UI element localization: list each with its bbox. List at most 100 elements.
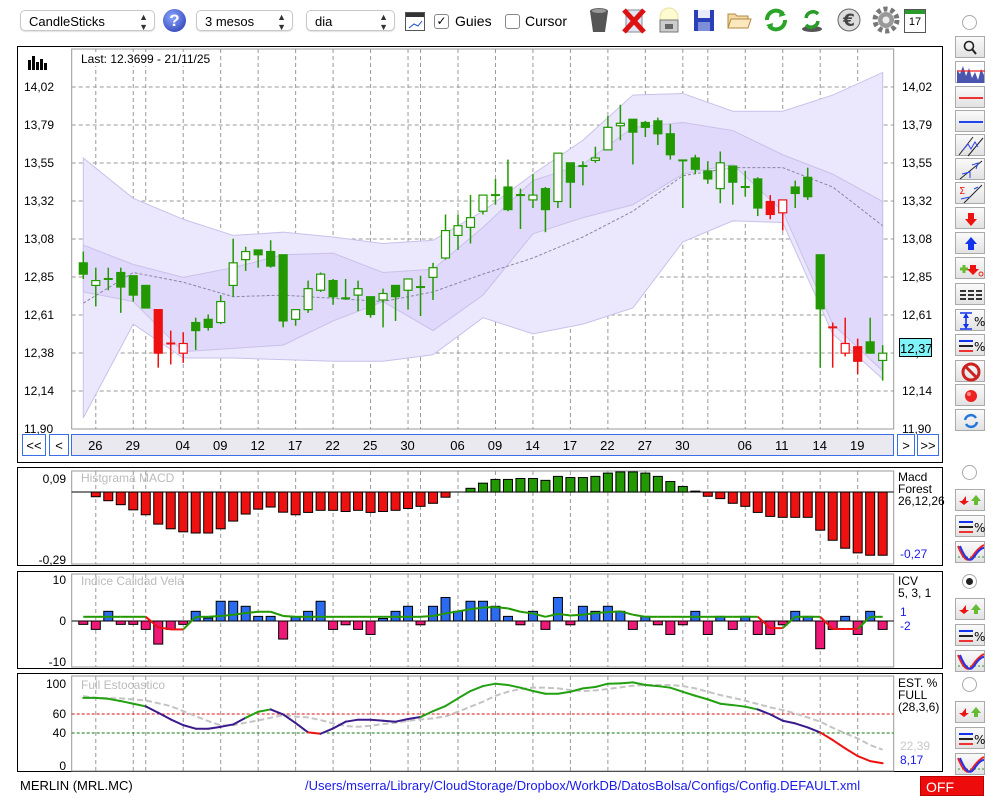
horizontal-red-line-button[interactable] <box>955 86 985 108</box>
chart-type-select[interactable]: CandleSticks ▲ ▼ <box>20 10 155 32</box>
stochastic-signals-button[interactable] <box>955 701 985 723</box>
date-axis-strip[interactable]: 26 29 04 09 12 17 22 25 30 06 09 14 17 22 27 30 06 11 14 19 <box>71 434 894 456</box>
stochastic-k-segment <box>869 760 884 765</box>
zoom-button[interactable] <box>955 36 985 58</box>
icv-bar <box>228 600 239 622</box>
record-button[interactable] <box>955 384 985 406</box>
clear-button[interactable] <box>955 360 985 382</box>
gear-icon[interactable] <box>872 6 900 34</box>
svg-text:€: € <box>842 11 855 31</box>
x-tick-label: 09 <box>487 438 503 453</box>
config-path-link[interactable]: /Users/mserra/Library/CloudStorage/Dropb… <box>305 778 860 793</box>
blue-line-icon <box>959 121 983 123</box>
lines-percent-button[interactable]: % <box>955 334 985 356</box>
folder-icon[interactable] <box>725 6 753 34</box>
trash-icon[interactable] <box>585 6 613 34</box>
x-tick-label: 14 <box>525 438 540 453</box>
stochastic-d-line <box>83 684 884 751</box>
macd-lines-percent-button[interactable]: % <box>955 515 985 537</box>
trendline-button[interactable] <box>955 158 985 180</box>
sync-button[interactable] <box>955 409 985 431</box>
stochastic-title: Full Estocastico <box>81 678 165 692</box>
range-percent-button[interactable]: % <box>955 309 985 331</box>
status-off-button[interactable]: OFF <box>920 776 984 796</box>
macd-bar <box>490 478 501 493</box>
delete-icon[interactable] <box>620 6 648 34</box>
sum-trendline-button[interactable]: Σ <box>955 182 985 204</box>
candle-body <box>703 170 713 180</box>
signals-icon <box>959 707 981 717</box>
icv-signal-segment <box>270 610 284 617</box>
stochastic-k-segment <box>681 690 697 697</box>
horizontal-blue-line-button[interactable] <box>955 110 985 132</box>
y-tick-right: 13,55 <box>902 156 932 170</box>
buy-signal-button[interactable] <box>955 232 985 254</box>
sell-signal-button[interactable] <box>955 207 985 229</box>
euro-icon[interactable]: € <box>835 6 863 34</box>
candlestick-chart[interactable]: 14,02 14,02 13,79 13,79 13,55 13,55 13,32 13,32… <box>18 47 944 464</box>
save-icon[interactable] <box>690 6 718 34</box>
stochastic-panel[interactable]: Full Estocastico 100 60 40 0 EST. % FULL (28,3,… <box>17 673 943 773</box>
icv-bar <box>602 605 613 622</box>
recycle-icon[interactable] <box>798 6 826 34</box>
scroll-first-button[interactable]: << <box>22 434 46 456</box>
svg-text:%: % <box>974 630 985 644</box>
main-panel-radio[interactable] <box>962 15 977 30</box>
cursor-checkbox[interactable] <box>505 14 520 29</box>
stochastic-k-segment <box>207 725 222 730</box>
macd-panel[interactable]: Histgrama MACD 0,09 -0,29 Macd Forest 26,12,2… <box>17 467 945 567</box>
icv-bar <box>140 620 151 630</box>
candle-body <box>228 262 238 287</box>
refresh-icon[interactable] <box>762 6 790 34</box>
y-tick-left: 12,61 <box>24 308 54 322</box>
y-tick: -10 <box>49 655 67 669</box>
scroll-next-button[interactable]: > <box>897 434 915 456</box>
guides-checkbox[interactable]: ✓ <box>434 14 449 29</box>
stochastic-k-segment <box>644 684 659 688</box>
candle-body <box>453 225 463 237</box>
icv-panel[interactable]: Indice Calidad Vela 10 0 -10 ICV 5, 3, 1 1 -2 <box>17 571 943 669</box>
icv-panel-radio[interactable] <box>962 574 977 589</box>
icv-oscillator-button[interactable] <box>955 650 985 672</box>
macd-bar <box>340 491 351 512</box>
icv-signals-button[interactable] <box>955 598 985 620</box>
icv-lines-percent-button[interactable]: % <box>955 624 985 646</box>
candle-body <box>128 275 138 296</box>
scroll-last-button[interactable]: >> <box>917 434 939 456</box>
stochastic-panel-radio[interactable] <box>962 677 977 692</box>
channel-button[interactable] <box>955 134 985 157</box>
macd-bar <box>852 491 863 554</box>
stochastic-k-segment <box>619 681 634 685</box>
scroll-prev-button[interactable]: < <box>49 434 69 456</box>
current-price-marker: 12,37 <box>899 338 933 357</box>
lightbulb-icon[interactable] <box>655 6 683 34</box>
macd-bar <box>428 491 439 504</box>
icv-bar <box>253 615 264 622</box>
bar-chart-icon[interactable] <box>27 54 49 70</box>
stochastic-k-segment <box>257 708 272 713</box>
stochastic-k-segment <box>581 686 597 690</box>
stochastic-oscillator-button[interactable] <box>955 753 985 775</box>
chart-window-icon[interactable] <box>405 12 425 31</box>
y-tick-left: 12,38 <box>24 346 54 360</box>
cursor-label: Cursor <box>525 13 568 29</box>
stochastic-lines-percent-button[interactable]: % <box>955 727 985 749</box>
volume-chart-button[interactable] <box>955 61 985 83</box>
calendar-icon[interactable]: 17 <box>904 9 926 33</box>
grid-lines-button[interactable] <box>955 283 985 305</box>
help-icon[interactable]: ? <box>163 9 186 32</box>
macd-oscillator-button[interactable] <box>955 541 985 563</box>
stochastic-k-segment <box>594 682 609 689</box>
macd-signals-button[interactable] <box>955 489 985 511</box>
interval-select[interactable]: dia ▲ ▼ <box>306 10 395 32</box>
add-signal-button[interactable] <box>955 257 985 279</box>
period-select[interactable]: 3 mesos ▲ ▼ <box>196 10 293 32</box>
candle-body <box>465 217 476 228</box>
candle-body <box>690 157 700 170</box>
icv-bar <box>328 620 339 630</box>
macd-bar <box>190 491 201 534</box>
icv-bar <box>502 615 513 622</box>
candle <box>278 254 288 328</box>
macd-panel-radio[interactable] <box>962 465 977 480</box>
price-chart-panel[interactable]: 14,02 14,02 13,79 13,79 13,55 13,55 13,32 13,32… <box>17 46 943 463</box>
